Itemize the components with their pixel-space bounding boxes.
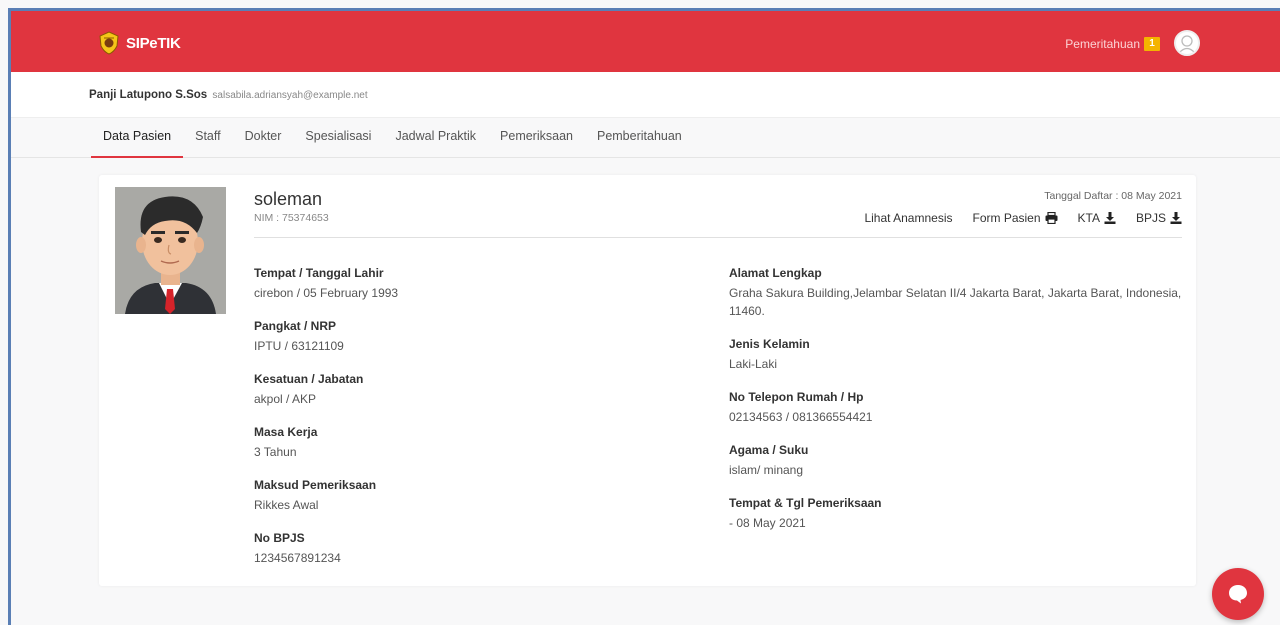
bpjs-label: BPJS <box>1135 211 1166 225</box>
header-divider <box>254 237 1182 238</box>
registration-date: Tanggal Daftar : 08 May 2021 <box>1044 190 1182 202</box>
field-label: Jenis Kelamin <box>729 337 810 351</box>
user-email: salsabila.adriansyah@example.net <box>212 90 368 101</box>
brand-name: SIPeTIK <box>126 34 181 52</box>
patient-name: soleman <box>254 189 323 209</box>
user-avatar-icon[interactable] <box>1174 30 1200 56</box>
field-label: No Telepon Rumah / Hp <box>729 390 864 404</box>
tab-jadwal-praktik[interactable]: Jadwal Praktik <box>383 118 488 158</box>
user-name: Panji Latupono S.Sos <box>89 89 208 101</box>
field-label: Kesatuan / Jabatan <box>254 372 364 386</box>
tab-pemeriksaan[interactable]: Pemeriksaan <box>488 118 585 158</box>
user-info: Panji Latupono S.Sos salsabila.adriansya… <box>89 89 368 101</box>
field-unit: Kesatuan / Jabatan akpol / AKP <box>254 372 674 408</box>
field-value: IPTU / 63121109 <box>254 339 344 353</box>
field-value: 3 Tahun <box>254 445 297 459</box>
field-religion: Agama / Suku islam/ minang <box>729 443 1194 479</box>
notification-label: Pemeritahuan <box>1065 37 1140 51</box>
download-icon <box>1170 212 1182 224</box>
chat-bubble-icon <box>1229 585 1247 604</box>
field-value: akpol / AKP <box>254 392 317 406</box>
bpjs-download-link[interactable]: BPJS <box>1136 211 1182 225</box>
patient-details-right: Alamat Lengkap Graha Sakura Building,Jel… <box>729 266 1194 549</box>
brand[interactable]: SIPeTIK <box>96 30 181 56</box>
main-tabs: Data Pasien Staff Dokter Spesialisasi Ja… <box>11 118 1280 158</box>
field-phone: No Telepon Rumah / Hp 02134563 / 0813665… <box>729 390 1194 426</box>
printer-icon <box>1045 212 1058 224</box>
field-label: Pangkat / NRP <box>254 319 337 333</box>
tab-data-pasien[interactable]: Data Pasien <box>91 118 184 158</box>
field-value: Laki-Laki <box>729 357 778 371</box>
field-value: 02134563 / 081366554421 <box>729 410 873 424</box>
app-window: SIPeTIK Pemeritahuan 1 Panji Latupono S.… <box>8 8 1280 625</box>
tab-spesialisasi[interactable]: Spesialisasi <box>293 118 383 158</box>
field-value: Rikkes Awal <box>254 498 319 512</box>
view-anamnesis-link[interactable]: Lihat Anamnesis <box>864 211 952 225</box>
tab-pemberitahuan[interactable]: Pemberitahuan <box>585 118 694 158</box>
field-work-period: Masa Kerja 3 Tahun <box>254 425 674 461</box>
field-label: Alamat Lengkap <box>729 266 822 280</box>
field-value: islam/ minang <box>729 463 804 477</box>
field-rank: Pangkat / NRP IPTU / 63121109 <box>254 319 674 355</box>
field-label: Maksud Pemeriksaan <box>254 478 377 492</box>
form-pasien-link[interactable]: Form Pasien <box>973 211 1058 225</box>
notification-badge: 1 <box>1144 37 1160 51</box>
field-label: Tempat / Tanggal Lahir <box>254 266 384 280</box>
patient-card: soleman NIM : 75374653 Tanggal Daftar : … <box>99 175 1196 586</box>
field-label: Masa Kerja <box>254 425 318 439</box>
field-gender: Jenis Kelamin Laki-Laki <box>729 337 1194 373</box>
field-value: Graha Sakura Building,Jelambar Selatan I… <box>729 286 1182 318</box>
patient-actions: Lihat Anamnesis Form Pasien KTA BPJS <box>844 211 1182 225</box>
field-label: No BPJS <box>254 531 305 545</box>
field-birth: Tempat / Tanggal Lahir cirebon / 05 Febr… <box>254 266 674 302</box>
field-label: Agama / Suku <box>729 443 809 457</box>
field-bpjs: No BPJS 1234567891234 <box>254 531 674 567</box>
field-value: - 08 May 2021 <box>729 516 806 530</box>
tab-dokter[interactable]: Dokter <box>233 118 294 158</box>
download-icon <box>1104 212 1116 224</box>
notification-link[interactable]: Pemeritahuan 1 <box>1065 37 1160 51</box>
patient-details-left: Tempat / Tanggal Lahir cirebon / 05 Febr… <box>254 266 674 584</box>
field-exam-date: Tempat & Tgl Pemeriksaan - 08 May 2021 <box>729 496 1194 532</box>
patient-photo <box>115 187 226 314</box>
form-pasien-label: Form Pasien <box>972 211 1041 225</box>
user-bar: Panji Latupono S.Sos salsabila.adriansya… <box>11 72 1280 118</box>
view-anamnesis-label: Lihat Anamnesis <box>864 211 953 225</box>
field-value: 1234567891234 <box>254 551 341 565</box>
police-emblem-icon <box>99 31 119 55</box>
field-exam-purpose: Maksud Pemeriksaan Rikkes Awal <box>254 478 674 514</box>
chat-button[interactable] <box>1212 568 1264 620</box>
kta-label: KTA <box>1077 211 1100 225</box>
field-value: cirebon / 05 February 1993 <box>254 286 399 300</box>
tab-staff[interactable]: Staff <box>183 118 232 158</box>
kta-download-link[interactable]: KTA <box>1078 211 1116 225</box>
patient-nim: NIM : 75374653 <box>254 212 329 224</box>
top-navbar: SIPeTIK Pemeritahuan 1 <box>11 11 1280 72</box>
field-address: Alamat Lengkap Graha Sakura Building,Jel… <box>729 266 1194 320</box>
field-label: Tempat & Tgl Pemeriksaan <box>729 496 882 510</box>
